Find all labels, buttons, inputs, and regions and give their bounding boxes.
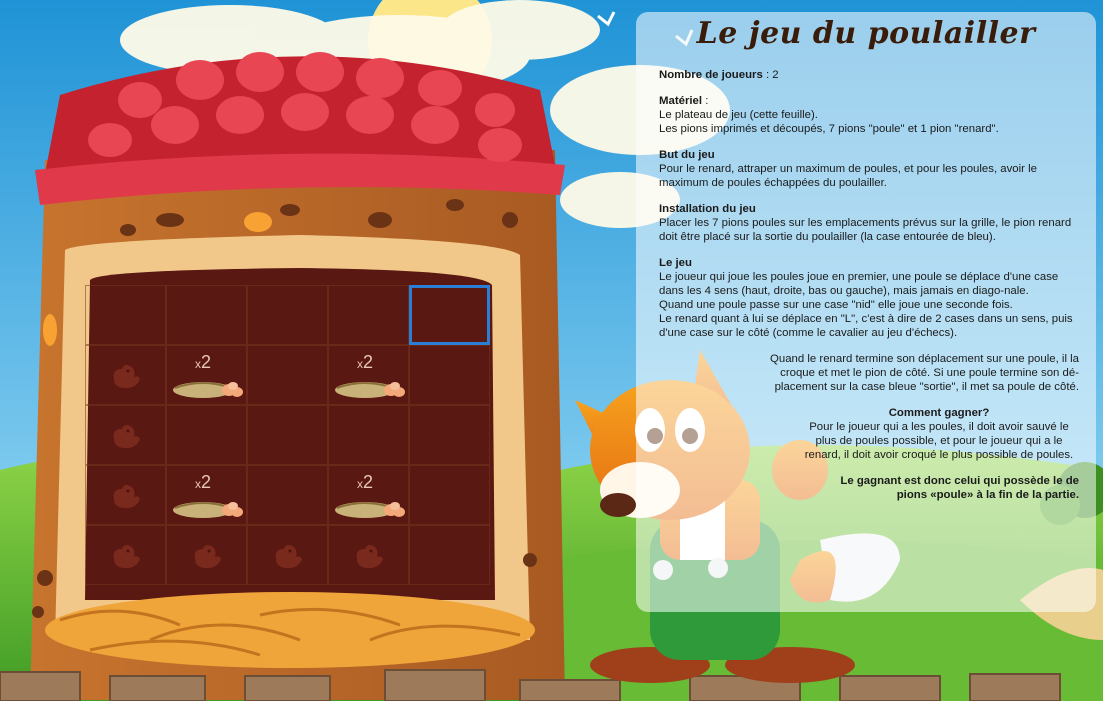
game-board: x2 x2 x2 x2 bbox=[85, 285, 490, 585]
hen-icon bbox=[108, 541, 142, 576]
board-cell[interactable]: x2 bbox=[328, 345, 409, 405]
board-cell[interactable] bbox=[85, 345, 166, 405]
hen-icon bbox=[108, 421, 142, 456]
board-cell[interactable] bbox=[247, 345, 328, 405]
board-cell[interactable] bbox=[247, 465, 328, 525]
jeu-p4: Quand le renard termine son déplacement … bbox=[770, 353, 1079, 393]
board-cell[interactable] bbox=[166, 405, 247, 465]
nest-icon bbox=[335, 374, 407, 405]
board-cell[interactable] bbox=[85, 405, 166, 465]
gagner-block: Comment gagner? Pour le joueur qui a les… bbox=[659, 406, 1079, 462]
jeu-p1: Le joueur qui joue les poules joue en pr… bbox=[659, 271, 1059, 297]
board-cell[interactable] bbox=[328, 525, 409, 585]
board-cell[interactable] bbox=[166, 285, 247, 345]
board-cell[interactable] bbox=[409, 465, 490, 525]
installation-heading: Installation du jeu bbox=[659, 203, 756, 215]
hen-icon bbox=[108, 481, 142, 516]
but-block: But du jeu Pour le renard, attraper un m… bbox=[659, 148, 1079, 190]
materiel-line2: Les pions imprimés et découpés, 7 pions … bbox=[659, 123, 999, 135]
materiel-heading: Matériel bbox=[659, 95, 703, 107]
players-value: : 2 bbox=[762, 69, 779, 81]
gagner-text: Pour le joueur qui a les poules, il doit… bbox=[804, 421, 1074, 461]
hen-icon bbox=[270, 541, 304, 576]
installation-text: Placer les 7 pions poules sur les emplac… bbox=[659, 217, 1072, 243]
gagner-heading: Comment gagner? bbox=[888, 407, 990, 419]
hen-icon bbox=[108, 361, 142, 396]
board-cell[interactable] bbox=[247, 285, 328, 345]
hen-icon bbox=[189, 541, 223, 576]
nest-multiplier: x2 bbox=[357, 472, 374, 492]
board-cell[interactable]: x2 bbox=[166, 465, 247, 525]
board-cell[interactable] bbox=[409, 525, 490, 585]
board-cell[interactable] bbox=[328, 285, 409, 345]
but-text: Pour le renard, attraper un maximum de p… bbox=[659, 163, 1037, 189]
but-heading: But du jeu bbox=[659, 149, 715, 161]
board-cell[interactable] bbox=[409, 345, 490, 405]
board-cell[interactable] bbox=[247, 525, 328, 585]
page-title: Le jeu du poulailler bbox=[696, 16, 1036, 51]
jeu-p3: Le renard quant à lui se déplace en "L",… bbox=[659, 313, 1073, 339]
players-block: Nombre de joueurs : 2 bbox=[659, 68, 1079, 82]
rules-text: Nombre de joueurs : 2 Matériel : Le plat… bbox=[659, 68, 1079, 502]
materiel-suffix: : bbox=[702, 95, 709, 107]
jeu-block: Le jeu Le joueur qui joue les poules jou… bbox=[659, 256, 1079, 340]
board-cell[interactable] bbox=[85, 465, 166, 525]
materiel-line1: Le plateau de jeu (cette feuille). bbox=[659, 109, 818, 121]
board-cell[interactable]: x2 bbox=[328, 465, 409, 525]
exit-cell[interactable] bbox=[409, 285, 490, 345]
board-cell[interactable] bbox=[247, 405, 328, 465]
nest-icon bbox=[173, 374, 245, 405]
players-label: Nombre de joueurs bbox=[659, 69, 763, 81]
board-cell[interactable] bbox=[85, 285, 166, 345]
board-cell[interactable]: x2 bbox=[166, 345, 247, 405]
nest-icon bbox=[173, 494, 245, 525]
jeu-heading: Le jeu bbox=[659, 257, 692, 269]
conclusion-text: Le gagnant est donc celui qui possède le… bbox=[840, 475, 1079, 501]
board-cell[interactable] bbox=[166, 525, 247, 585]
nest-multiplier: x2 bbox=[195, 352, 212, 372]
materiel-block: Matériel : Le plateau de jeu (cette feui… bbox=[659, 94, 1079, 136]
nest-multiplier: x2 bbox=[195, 472, 212, 492]
nest-icon bbox=[335, 494, 407, 525]
board-cell[interactable] bbox=[85, 525, 166, 585]
board-cell[interactable] bbox=[328, 405, 409, 465]
hen-icon bbox=[351, 541, 385, 576]
installation-block: Installation du jeu Placer les 7 pions p… bbox=[659, 202, 1079, 244]
nest-multiplier: x2 bbox=[357, 352, 374, 372]
jeu-p2: Quand une poule passe sur une case "nid"… bbox=[659, 299, 1013, 311]
board-cell[interactable] bbox=[409, 405, 490, 465]
